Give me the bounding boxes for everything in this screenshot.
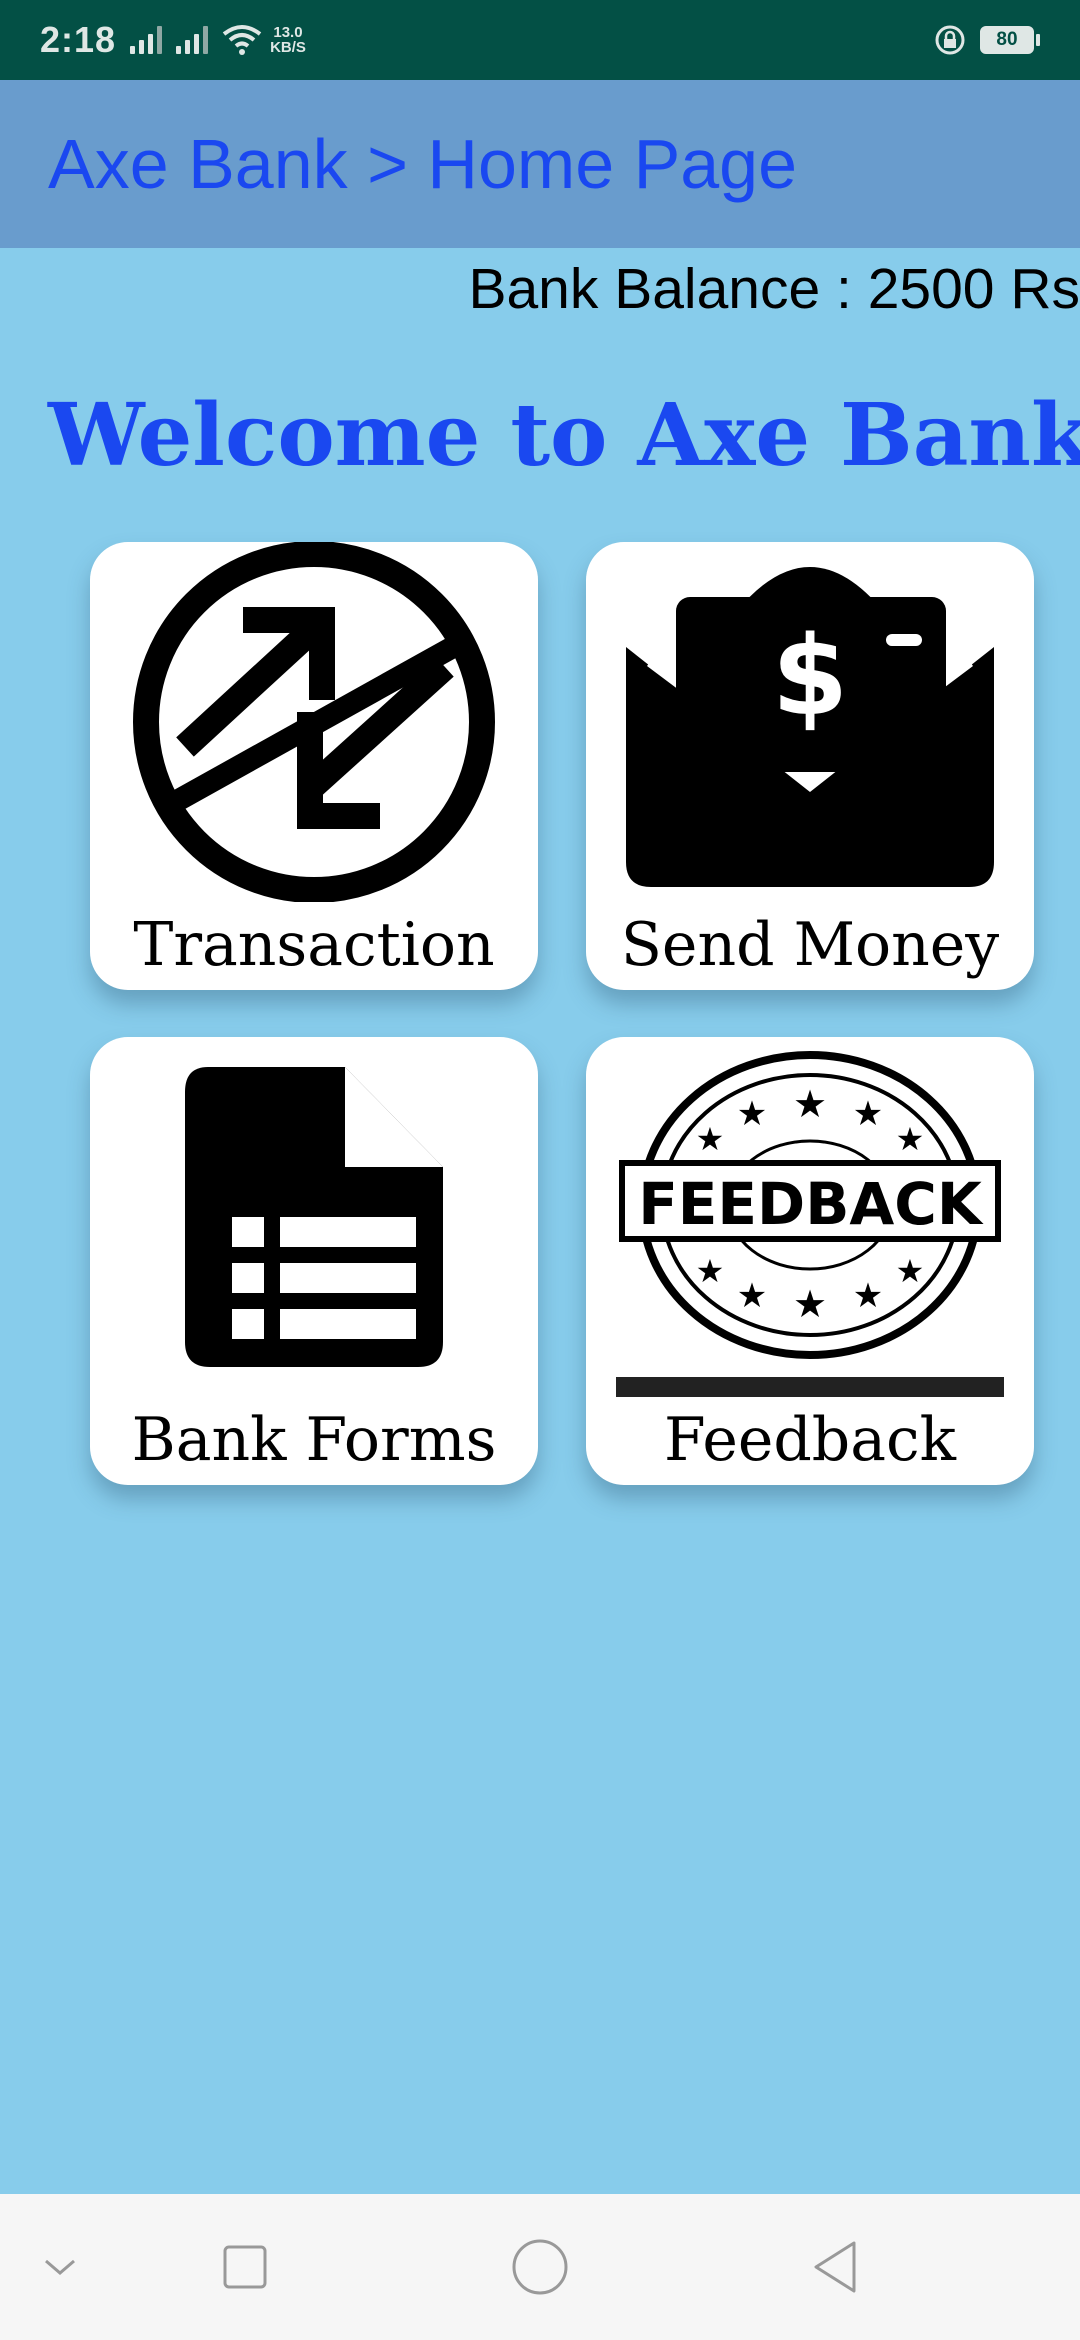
home-button[interactable] [500, 2194, 580, 2340]
svg-text:★: ★ [793, 1284, 827, 1326]
battery-icon: 80 [980, 26, 1040, 54]
battery-level: 80 [980, 26, 1034, 54]
feedback-label: Feedback [664, 1405, 956, 1475]
bank-forms-card[interactable]: Bank Forms [90, 1037, 538, 1485]
transaction-card[interactable]: Transaction [90, 542, 538, 990]
svg-text:★: ★ [737, 1095, 767, 1133]
svg-text:★: ★ [696, 1253, 725, 1289]
app-screen: 2:18 13.0 KB/S 80 Axe Bank > Home Page B… [0, 0, 1080, 2340]
svg-text:FEEDBACK: FEEDBACK [638, 1170, 984, 1238]
form-document-icon [185, 1067, 443, 1367]
svg-text:★: ★ [896, 1121, 925, 1157]
navigation-bar [0, 2194, 1080, 2340]
bank-forms-label: Bank Forms [131, 1405, 497, 1475]
signal-icon [130, 26, 163, 54]
back-icon [814, 2241, 856, 2293]
app-bar: Axe Bank > Home Page [0, 80, 1080, 248]
wifi-icon [222, 25, 262, 55]
back-button[interactable] [795, 2194, 875, 2340]
send-money-card[interactable]: $ Send Money [586, 542, 1034, 990]
home-icon [512, 2239, 568, 2295]
svg-text:$: $ [772, 612, 849, 740]
send-money-label: Send Money [620, 910, 1000, 980]
rotation-lock-icon [935, 25, 965, 55]
money-envelope-icon: $ [626, 567, 994, 887]
bank-balance: Bank Balance : 2500 Rs [468, 257, 1080, 321]
transaction-arrows-icon [133, 542, 495, 902]
recents-button[interactable] [205, 2194, 285, 2340]
svg-text:★: ★ [853, 1277, 883, 1315]
recents-icon [223, 2245, 267, 2289]
network-speed-unit: KB/S [270, 39, 306, 56]
status-bar: 2:18 13.0 KB/S 80 [0, 0, 1080, 80]
welcome-heading: Welcome to Axe Bank [48, 385, 1080, 486]
network-speed: 13.0 KB/S [270, 25, 306, 55]
feedback-stamp-icon: FEEDBACK ★ ★ ★ ★ ★ ★ ★ ★ ★ ★ [616, 1051, 1004, 1397]
hide-nav-icon [45, 2259, 75, 2275]
svg-text:★: ★ [793, 1084, 827, 1126]
feedback-card[interactable]: FEEDBACK ★ ★ ★ ★ ★ ★ ★ ★ ★ ★ Feedback [586, 1037, 1034, 1485]
page-title: Axe Bank > Home Page [48, 125, 798, 203]
svg-text:★: ★ [896, 1253, 925, 1289]
svg-text:★: ★ [696, 1121, 725, 1157]
hide-nav-button[interactable] [20, 2194, 100, 2340]
transaction-label: Transaction [133, 910, 495, 980]
status-right: 80 [934, 24, 1040, 56]
signal-icon [176, 26, 209, 54]
svg-text:★: ★ [737, 1277, 767, 1315]
svg-text:★: ★ [853, 1095, 883, 1133]
status-time: 2:18 [40, 19, 117, 60]
